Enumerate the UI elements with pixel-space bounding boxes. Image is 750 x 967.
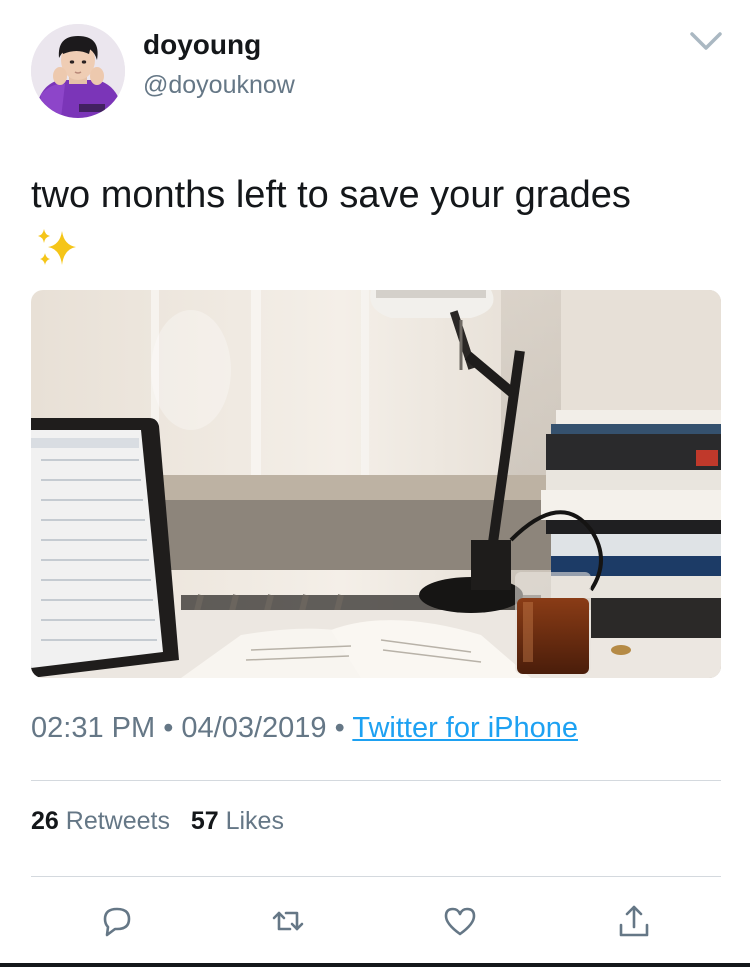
tweet-text: two months left to save your grades <box>31 174 631 216</box>
chevron-down-icon[interactable] <box>686 28 726 54</box>
engagement-stats: 26 Retweets 57 Likes <box>31 803 284 839</box>
tweet-date: 04/03/2019 <box>181 712 327 744</box>
avatar[interactable] <box>31 24 125 118</box>
avatar-image <box>31 24 125 118</box>
reply-icon[interactable] <box>97 901 137 941</box>
bottom-border <box>0 963 750 967</box>
divider <box>31 876 721 877</box>
divider <box>31 780 721 781</box>
tweet-time: 02:31 PM <box>31 712 156 744</box>
retweets-stat[interactable]: 26 Retweets <box>31 807 170 835</box>
retweets-label: Retweets <box>65 807 170 835</box>
tweet-photo[interactable] <box>31 290 721 678</box>
retweet-icon[interactable] <box>268 901 308 941</box>
tweet-metadata: 02:31 PM • 04/03/2019 • Twitter for iPho… <box>31 708 578 748</box>
likes-stat[interactable]: 57 Likes <box>191 807 284 835</box>
display-name[interactable]: doyoung <box>143 28 261 62</box>
share-icon[interactable] <box>614 901 654 941</box>
desk-photo-image <box>31 290 721 678</box>
likes-count: 57 <box>190 807 219 835</box>
meta-separator: • <box>334 712 345 744</box>
likes-label: Likes <box>225 807 284 835</box>
sparkles-icon <box>34 225 80 271</box>
meta-separator: • <box>163 712 174 744</box>
retweets-count: 26 <box>31 807 59 835</box>
handle[interactable]: @doyouknow <box>143 70 295 100</box>
tweet-source-link[interactable]: Twitter for iPhone <box>352 712 578 744</box>
heart-icon[interactable] <box>440 901 480 941</box>
